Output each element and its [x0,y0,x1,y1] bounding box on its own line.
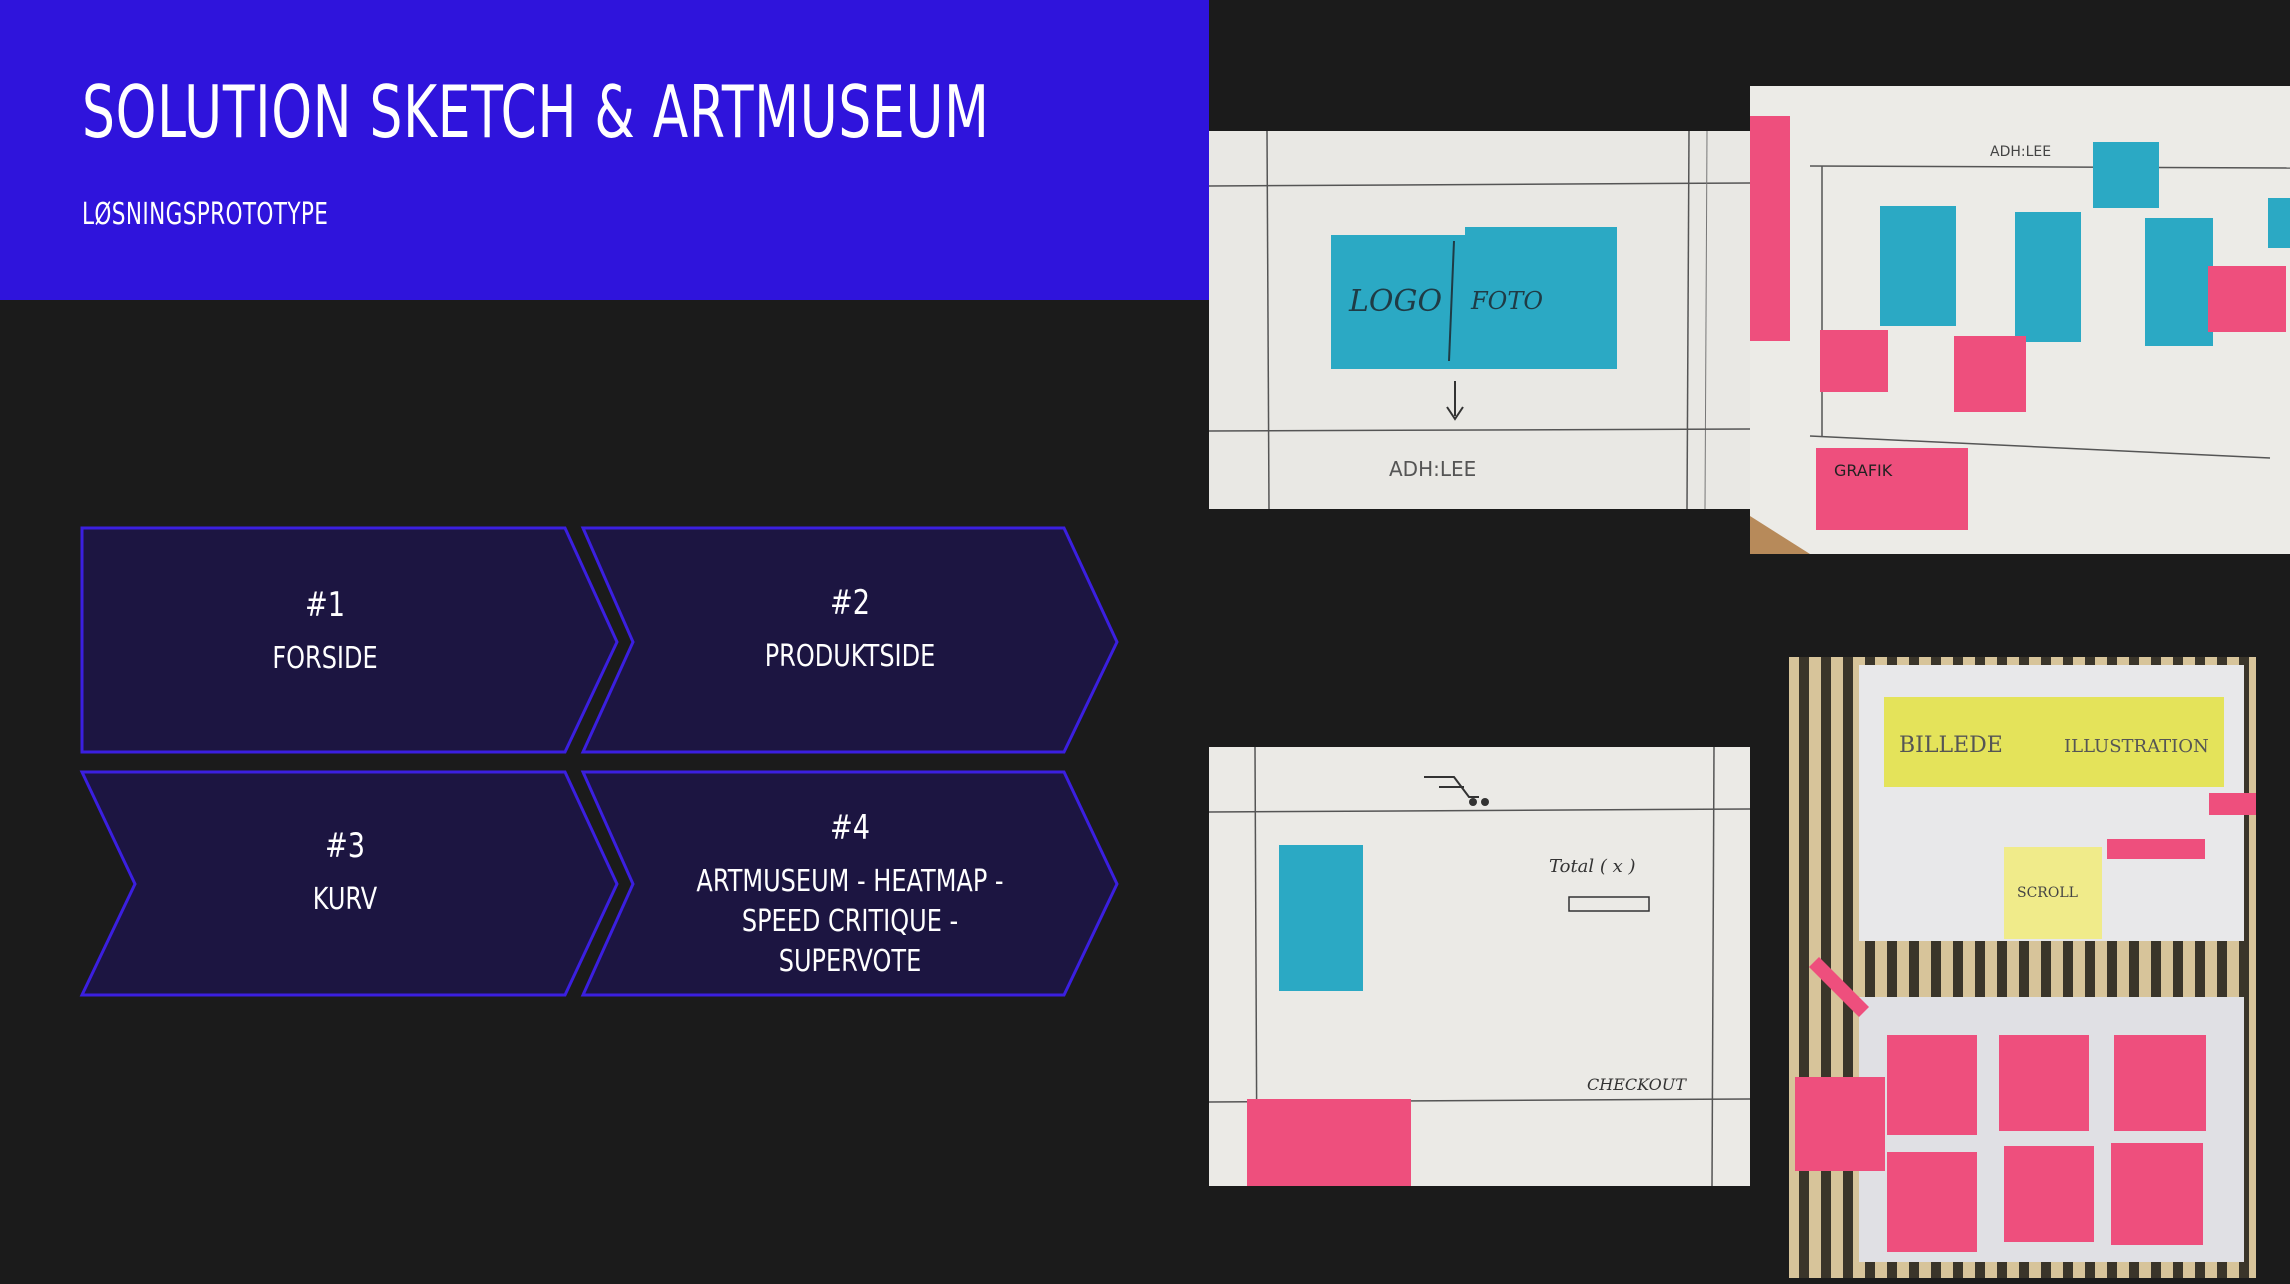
step-1-label: FORSIDE [272,641,378,676]
adh-lee-label: ADH:LEE [1389,457,1476,481]
step-3: #3 KURV [160,826,530,920]
frontpage-sketch-photo: LOGO FOTO ADH:LEE [1209,131,1750,509]
product-sketch-photo: ADH:LEE GRAFIK [1750,86,2290,554]
logo-sketch-label: LOGO [1348,284,1442,319]
step-4-label: ARTMUSEUM - HEATMAP - SPEED CRITIQUE - S… [696,864,1004,979]
cart-sketch-photo: Total ( x ) CHECKOUT [1209,747,1750,1186]
step-2: #2 PRODUKTSIDE [670,583,1030,677]
grafik-label: GRAFIK [1834,461,1893,480]
total-label: Total ( x ) [1549,856,1636,877]
scroll-label: SCROLL [2017,885,2078,901]
checkout-label: CHECKOUT [1587,1075,1687,1094]
step-3-number: #3 [324,826,366,866]
step-2-label: PRODUKTSIDE [764,639,936,674]
step-1-number: #1 [304,585,346,625]
billede-label: BILLEDE [1899,733,2003,758]
step-4: #4 ARTMUSEUM - HEATMAP - SPEED CRITIQUE … [640,808,1060,982]
product-adh-lee-label: ADH:LEE [1990,144,2051,160]
step-2-number: #2 [829,583,871,623]
wall-sketch-photo: BILLEDE ILLUSTRATION SCROLL [1789,657,2256,1278]
illustration-label: ILLUSTRATION [2064,736,2209,757]
foto-sketch-label: FOTO [1470,287,1543,315]
step-4-number: #4 [829,808,871,848]
step-1: #1 FORSIDE [140,585,510,679]
step-3-label: KURV [312,882,378,917]
